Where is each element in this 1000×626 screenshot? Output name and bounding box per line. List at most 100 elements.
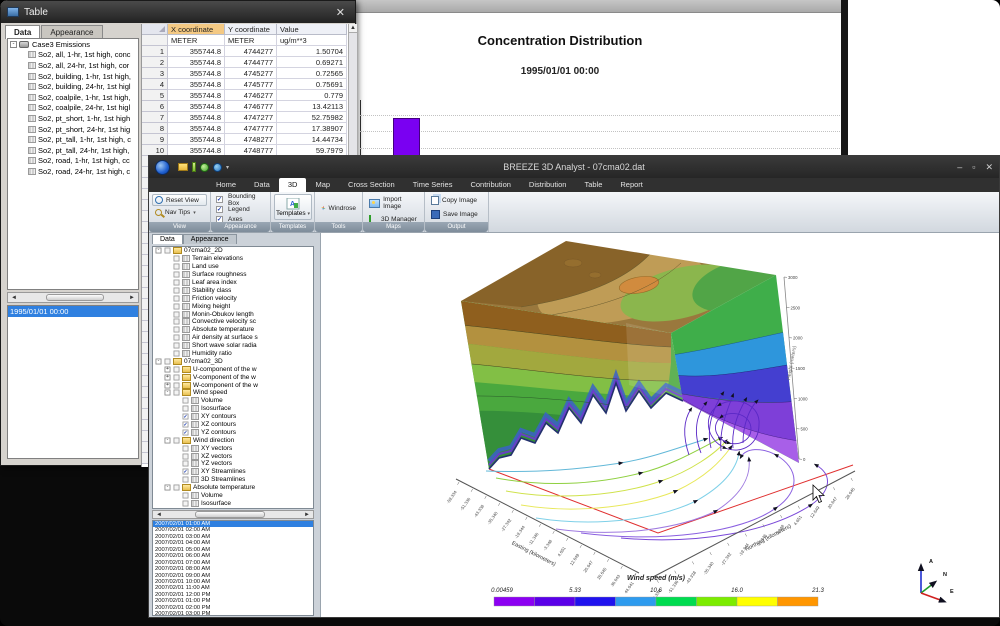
expander-icon[interactable]: - xyxy=(156,248,162,254)
grid-header-x[interactable]: X coordinate xyxy=(168,24,225,35)
grid-corner-cell[interactable] xyxy=(142,24,168,35)
table-row[interactable]: 9355744.8474827714.44734 xyxy=(142,134,357,145)
checkbox[interactable] xyxy=(174,311,180,317)
table-row[interactable]: 3355744.847452770.72565 xyxy=(142,68,357,79)
tree-item[interactable]: -Wind speed xyxy=(153,389,313,397)
panel-hscrollbar[interactable]: ◄ ► xyxy=(152,510,314,519)
expander-icon[interactable]: + xyxy=(165,366,171,372)
scroll-left-icon[interactable]: ◄ xyxy=(153,512,165,518)
breeze-titlebar[interactable]: ▾ BREEZE 3D Analyst - 07cma02.dat – ▫ ✕ xyxy=(149,156,999,178)
tree-item[interactable]: Isosurface xyxy=(153,500,313,508)
checkbox[interactable]: ✓ xyxy=(216,196,223,203)
tree-hscrollbar[interactable]: ◄ ► xyxy=(7,292,139,303)
tree-item[interactable]: Short wave solar radia xyxy=(153,342,313,350)
minimize-icon[interactable]: – xyxy=(957,162,962,173)
checkbox[interactable] xyxy=(174,437,180,443)
nav-tips-button[interactable]: Nav Tips▾ xyxy=(152,207,207,218)
tree-item[interactable]: So2, pt_short, 24-hr, 1st hig xyxy=(8,124,138,135)
tree-item[interactable]: So2, building, 24-hr, 1st higl xyxy=(8,81,138,92)
tree-item[interactable]: So2, coalpile, 24-hr, 1st higl xyxy=(8,103,138,114)
table-row[interactable]: 8355744.8474777717.38907 xyxy=(142,123,357,134)
checkbox[interactable] xyxy=(174,335,180,341)
tree-item[interactable]: Air density at surface s xyxy=(153,334,313,342)
tree-item[interactable]: Stability class xyxy=(153,286,313,294)
scroll-right-icon[interactable]: ► xyxy=(301,512,313,518)
grid-header-value[interactable]: Value xyxy=(277,24,347,35)
tree-item[interactable]: Volume xyxy=(153,492,313,500)
expander-icon[interactable]: - xyxy=(165,390,171,396)
3d-viewport[interactable]: -59.334-51.336-43.338-35.340-27.342-19.3… xyxy=(321,233,999,617)
table-row[interactable]: 2355744.847447770.69271 xyxy=(142,57,357,68)
tree-item[interactable]: +U-component of the w xyxy=(153,365,313,373)
tree-item[interactable]: -07cma02_3D xyxy=(153,357,313,365)
close-icon[interactable]: ✕ xyxy=(332,6,349,19)
checkbox[interactable] xyxy=(183,500,189,506)
table-row[interactable]: 4355744.847457770.75691 xyxy=(142,79,357,90)
checkbox[interactable] xyxy=(183,493,189,499)
tree-item[interactable]: -Absolute temperature xyxy=(153,484,313,492)
checkbox[interactable] xyxy=(183,406,189,412)
tree-item[interactable]: ✓XZ contours xyxy=(153,421,313,429)
checkbox[interactable]: ✓ xyxy=(183,429,189,435)
checkbox[interactable] xyxy=(165,248,171,254)
table-row[interactable]: 1355744.847442771.50704 xyxy=(142,46,357,57)
checkbox[interactable] xyxy=(174,390,180,396)
tree-item[interactable]: Mixing height xyxy=(153,302,313,310)
chart-window-titlebar[interactable] xyxy=(348,0,841,13)
scroll-thumb[interactable] xyxy=(195,511,265,518)
tree-item[interactable]: ✓YZ contours xyxy=(153,428,313,436)
checkbox[interactable] xyxy=(174,343,180,349)
checkbox[interactable] xyxy=(183,461,189,467)
ribbon-tab-distribution[interactable]: Distribution xyxy=(520,178,576,192)
ribbon-tab-3d[interactable]: 3D xyxy=(279,178,307,192)
checkbox[interactable] xyxy=(174,295,180,301)
templates-button[interactable]: A Templates ▾ xyxy=(274,194,312,220)
ribbon-tab-report[interactable]: Report xyxy=(611,178,652,192)
save-image-button[interactable]: Save Image xyxy=(428,208,485,221)
ribbon-tab-home[interactable]: Home xyxy=(207,178,245,192)
tree-item[interactable]: Friction velocity xyxy=(153,294,313,302)
ribbon-tab-contribution[interactable]: Contribution xyxy=(461,178,519,192)
tree-item[interactable]: So2, coalpile, 1-hr, 1st high, xyxy=(8,92,138,103)
tree-item[interactable]: -Case3 Emissions xyxy=(8,39,138,50)
tree-item[interactable]: So2, pt_tall, 1-hr, 1st high, c xyxy=(8,134,138,145)
tree-item[interactable]: XY vectors xyxy=(153,444,313,452)
time-item[interactable]: 1995/01/01 00:00 xyxy=(8,306,138,317)
tree-item[interactable]: -Wind direction xyxy=(153,436,313,444)
tree-item[interactable]: So2, all, 1-hr, 1st high, conc xyxy=(8,50,138,61)
tree-item[interactable]: ✓XY Streamlines xyxy=(153,468,313,476)
tab-appearance[interactable]: Appearance xyxy=(41,25,102,39)
scroll-up-icon[interactable]: ▲ xyxy=(349,24,357,33)
checkbox[interactable] xyxy=(174,264,180,270)
reset-view-button[interactable]: Reset View xyxy=(152,194,207,206)
checkbox[interactable]: ✓ xyxy=(183,414,189,420)
scroll-thumb[interactable] xyxy=(46,294,104,301)
expander-icon[interactable]: + xyxy=(165,374,171,380)
appearance-checkbox[interactable]: ✓Bounding Box xyxy=(216,195,265,204)
tree-item[interactable]: -07cma02_2D xyxy=(153,247,313,255)
ribbon-tab-table[interactable]: Table xyxy=(575,178,611,192)
expander-icon[interactable]: - xyxy=(156,358,162,364)
checkbox[interactable] xyxy=(174,485,180,491)
checkbox[interactable] xyxy=(174,366,180,372)
ribbon-tab-map[interactable]: Map xyxy=(306,178,339,192)
tree-item[interactable]: +W-component of the w xyxy=(153,381,313,389)
tree-item[interactable]: So2, road, 24-hr, 1st high, c xyxy=(8,166,138,177)
checkbox[interactable] xyxy=(183,453,189,459)
checkbox[interactable] xyxy=(174,272,180,278)
expander-icon[interactable]: - xyxy=(165,437,171,443)
checkbox[interactable] xyxy=(174,287,180,293)
tree-item[interactable]: Surface roughness xyxy=(153,271,313,279)
ribbon-tab-data[interactable]: Data xyxy=(245,178,279,192)
tree-item[interactable]: So2, road, 1-hr, 1st high, cc xyxy=(8,156,138,167)
grid-header-y[interactable]: Y coordinate xyxy=(225,24,277,35)
checkbox[interactable] xyxy=(183,445,189,451)
checkbox[interactable] xyxy=(183,477,189,483)
tree-item[interactable]: So2, all, 24-hr, 1st high, cor xyxy=(8,60,138,71)
tree-item[interactable]: Land use xyxy=(153,263,313,271)
checkbox[interactable] xyxy=(174,351,180,357)
close-icon[interactable]: ✕ xyxy=(985,162,993,173)
checkbox[interactable] xyxy=(174,382,180,388)
checkbox[interactable]: ✓ xyxy=(183,422,189,428)
time-item[interactable]: 2007/02/01 03:00 PM xyxy=(153,611,313,616)
